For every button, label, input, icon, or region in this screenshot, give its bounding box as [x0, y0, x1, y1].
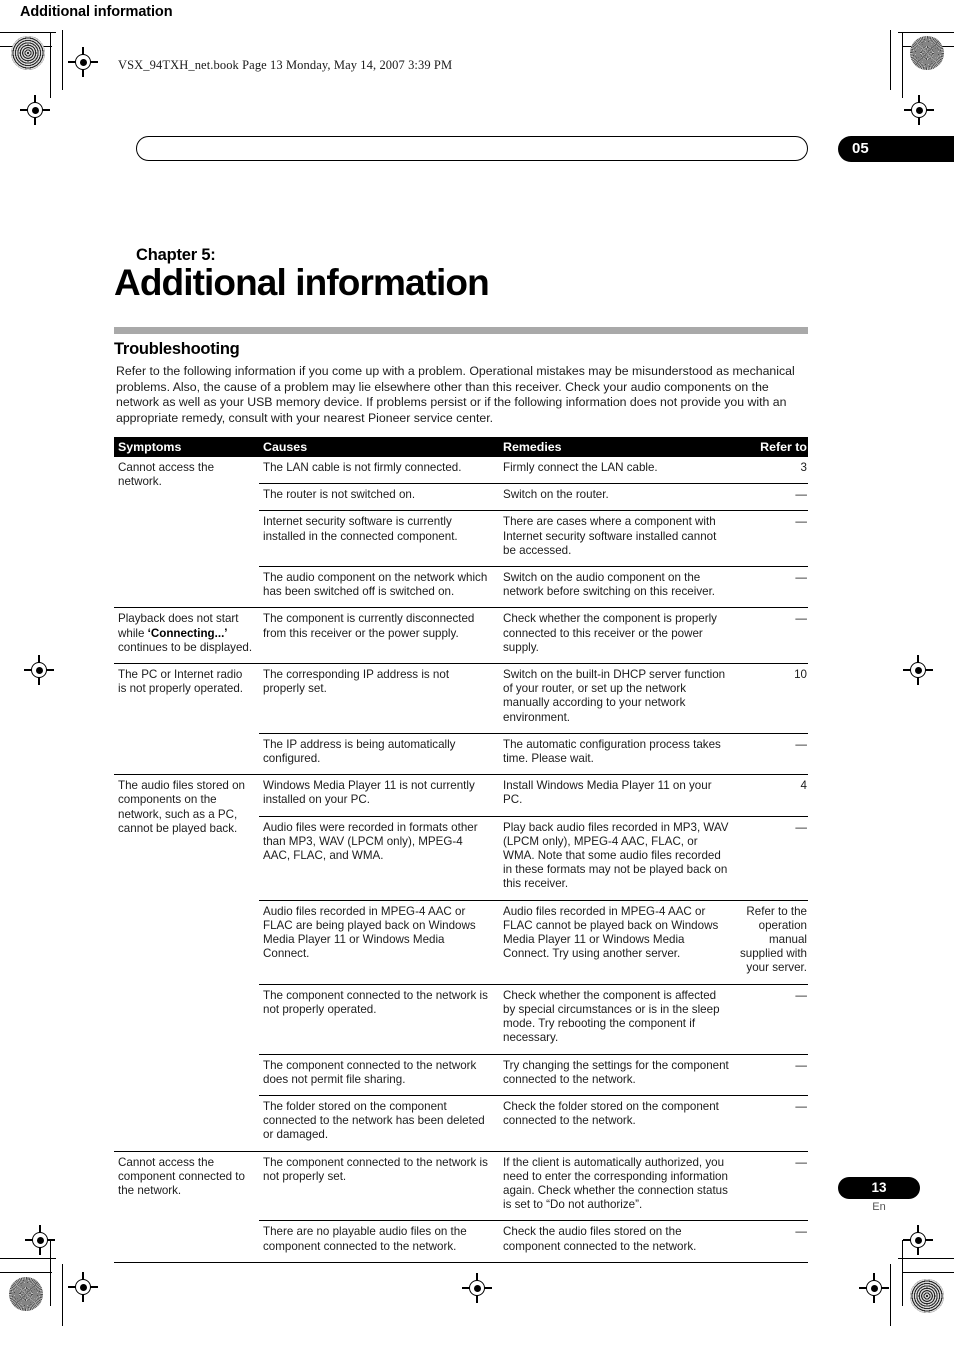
remedy-cell: Switch on the audio component on the net… — [503, 571, 716, 599]
column-header-remedies: Remedies — [503, 440, 562, 454]
refer-to-cell: — — [795, 1155, 807, 1169]
table-row: Internet security software is currently … — [259, 510, 808, 566]
cause-cell: The IP address is being automatically co… — [263, 737, 456, 766]
remedy-cell: Check the audio files stored on the comp… — [503, 1225, 697, 1253]
section-heading: Troubleshooting — [114, 340, 240, 358]
remedy-cell: Try changing the settings for the compon… — [503, 1058, 729, 1086]
remedy-cell: Play back audio files recorded in MP3, W… — [503, 820, 729, 891]
symptom-group-rows: Windows Media Player 11 is not currently… — [259, 775, 808, 1150]
remedy-cell: Check whether the component is properly … — [503, 612, 717, 654]
chapter-number-text: 05 — [852, 140, 869, 157]
remedy-cell: The automatic configuration process take… — [503, 737, 721, 766]
table-row: Audio files recorded in MPEG-4 AAC or FL… — [259, 899, 808, 984]
table-row: The component connected to the network d… — [259, 1053, 808, 1095]
table-row: The IP address is being automatically co… — [259, 732, 808, 774]
remedy-cell: If the client is automatically authorize… — [503, 1155, 728, 1212]
document-page: VSX_94TXH_net.book Page 13 Monday, May 1… — [0, 0, 954, 1351]
symptom-group: Cannot access the network. The LAN cable … — [114, 457, 808, 607]
table-row: The component is currently disconnected … — [259, 608, 808, 663]
page-number-badge: 13 — [838, 1177, 920, 1199]
table-row: The component connected to the network i… — [259, 1152, 808, 1221]
running-head-title: Additional information — [20, 4, 173, 20]
page-title: Additional information — [114, 262, 490, 303]
language-code: En — [872, 1201, 886, 1213]
table-header-row: Symptoms Causes Remedies Refer to — [114, 437, 808, 457]
table-row: The LAN cable is not firmly connected. Fi… — [259, 457, 808, 483]
table-row: The corresponding IP address is not prop… — [259, 664, 808, 733]
table-row: Audio files were recorded in formats oth… — [259, 815, 808, 900]
refer-to-cell: Refer to the operation manual supplied w… — [739, 904, 807, 975]
cause-cell: The component connected to the network i… — [263, 1155, 488, 1183]
refer-to-cell: — — [795, 737, 807, 751]
cause-cell: The folder stored on the component conne… — [263, 1099, 485, 1142]
symptom-group-rows: The component is currently disconnected … — [259, 608, 808, 663]
refer-to-cell: 3 — [800, 461, 807, 474]
symptom-group: The PC or Internet radio is not properly… — [114, 663, 808, 774]
refer-to-cell: — — [795, 571, 807, 585]
cause-cell: Audio files were recorded in formats oth… — [263, 820, 478, 863]
refer-to-cell: — — [795, 488, 807, 502]
symptom-emphasis: ‘Connecting...’ — [147, 626, 228, 640]
cause-cell: The component is currently disconnected … — [263, 612, 475, 640]
symptom-cell: The audio files stored on components on … — [118, 779, 245, 835]
remedy-cell: Switch on the router. — [503, 488, 609, 502]
table-row: The router is not switched on. Switch on … — [259, 483, 808, 510]
running-head-pill — [136, 136, 808, 161]
symptom-group-rows: The LAN cable is not firmly connected. Fi… — [259, 457, 808, 607]
page-number-text: 13 — [871, 1180, 887, 1195]
symptom-group: Playback does not start while ‘Connectin… — [114, 607, 808, 663]
table-row: The component connected to the network i… — [259, 983, 808, 1054]
symptom-group: The audio files stored on components on … — [114, 774, 808, 1150]
remedy-cell: Firmly connect the LAN cable. — [503, 461, 658, 474]
column-header-refer-to: Refer to — [760, 440, 807, 454]
cause-cell: Internet security software is currently … — [263, 515, 458, 543]
cause-cell: The LAN cable is not firmly connected. — [263, 461, 462, 474]
refer-to-cell: 4 — [800, 779, 807, 793]
remedy-cell: There are cases where a component with I… — [503, 515, 717, 557]
symptom-cell: Cannot access the component connected to… — [118, 1155, 245, 1197]
symptom-group-rows: The component connected to the network i… — [259, 1152, 808, 1262]
symptom-cell: Playback does not start while ‘Connectin… — [118, 612, 253, 654]
refer-to-cell: — — [795, 515, 807, 529]
symptom-group-rows: The corresponding IP address is not prop… — [259, 664, 808, 774]
remedy-cell: Check the folder stored on the component… — [503, 1099, 719, 1128]
refer-to-cell: — — [795, 988, 807, 1002]
table-row: The folder stored on the component conne… — [259, 1094, 808, 1151]
remedy-cell: Check whether the component is affected … — [503, 988, 720, 1045]
print-job-header: VSX_94TXH_net.book Page 13 Monday, May 1… — [118, 58, 453, 72]
section-intro-paragraph: Refer to the following information if yo… — [116, 364, 795, 425]
remedy-cell: Audio files recorded in MPEG-4 AAC or FL… — [503, 904, 719, 961]
table-row: There are no playable audio files on the… — [259, 1220, 808, 1261]
remedy-cell: Switch on the built-in DHCP server funct… — [503, 668, 726, 724]
cause-cell: The component connected to the network i… — [263, 988, 488, 1016]
refer-to-cell: — — [795, 820, 807, 834]
refer-to-cell: 10 — [794, 668, 807, 682]
cause-cell: Audio files recorded in MPEG-4 AAC or FL… — [263, 904, 476, 961]
refer-to-cell: — — [795, 1058, 807, 1072]
cause-cell: Windows Media Player 11 is not currently… — [263, 779, 475, 807]
chapter-number-badge: 05 — [838, 136, 954, 162]
cause-cell: The router is not switched on. — [263, 488, 416, 502]
section-rule — [114, 327, 808, 334]
cause-cell: There are no playable audio files on the… — [263, 1225, 467, 1253]
table-row: The audio component on the network which… — [259, 566, 808, 607]
cause-cell: The corresponding IP address is not prop… — [263, 668, 450, 696]
symptom-group: Cannot access the component connected to… — [114, 1150, 808, 1263]
symptom-cell: Cannot access the network. — [118, 461, 215, 489]
refer-to-cell: — — [795, 1099, 807, 1113]
table-body: Cannot access the network. The LAN cable … — [114, 457, 808, 1263]
cause-cell: The audio component on the network which… — [263, 571, 488, 599]
table-row: Windows Media Player 11 is not currently… — [259, 775, 808, 815]
troubleshooting-table: Symptoms Causes Remedies Refer to Cannot… — [114, 437, 808, 1263]
column-header-causes: Causes — [263, 440, 308, 454]
cause-cell: The component connected to the network d… — [263, 1058, 477, 1086]
remedy-cell: Install Windows Media Player 11 on your … — [503, 779, 712, 807]
column-header-symptoms: Symptoms — [118, 440, 182, 454]
refer-to-cell: — — [795, 1225, 807, 1239]
refer-to-cell: — — [795, 612, 807, 626]
symptom-cell: The PC or Internet radio is not properly… — [118, 668, 244, 696]
